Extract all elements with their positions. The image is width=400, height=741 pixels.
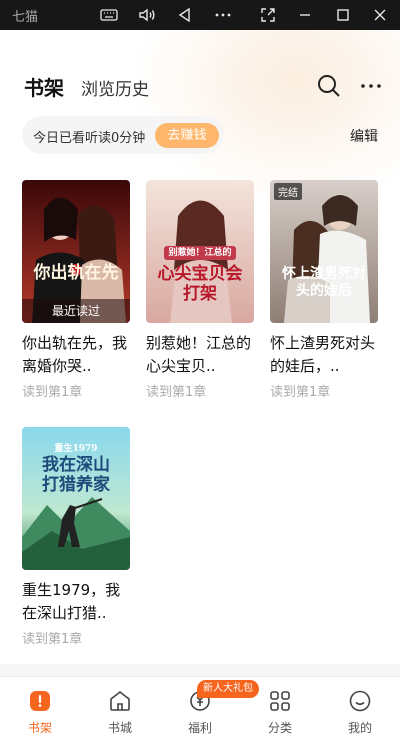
edit-button[interactable]: 编辑 bbox=[350, 126, 378, 146]
tab-bookshelf[interactable]: 书架 bbox=[24, 72, 64, 101]
nav-item-bookshelf[interactable]: 书架 bbox=[0, 677, 80, 741]
book-title[interactable]: 怀上渣男死对头的娃后，.. bbox=[270, 332, 378, 378]
nav-item-bookstore[interactable]: 书城 bbox=[80, 677, 160, 741]
screenshot-icon[interactable] bbox=[258, 5, 278, 25]
book-item[interactable]: 你出轨在先 最近读过 你出轨在先，我离婚你哭.. 读到第1章 bbox=[22, 180, 130, 400]
bottom-nav: 书架 书城 福利 分类 我的 新人大礼包 bbox=[0, 676, 400, 741]
book-progress: 读到第1章 bbox=[270, 385, 331, 400]
book-progress: 读到第1章 bbox=[22, 385, 83, 400]
cover-subtitle-text: 别惹她！江总的 bbox=[168, 248, 232, 258]
bookshelf-icon bbox=[28, 689, 52, 713]
reading-stat-pill: 今日已看听读0分钟 去赚钱 bbox=[22, 116, 224, 154]
more-icon[interactable] bbox=[213, 5, 233, 25]
cover-title-text: 你出轨在先 bbox=[33, 263, 119, 283]
nav-label: 书架 bbox=[27, 721, 52, 735]
profile-icon bbox=[348, 689, 372, 713]
tab-browse-history[interactable]: 浏览历史 bbox=[81, 75, 149, 100]
book-cover[interactable]: 重生1979 我在深山打猎养家 bbox=[22, 427, 130, 570]
nav-label: 福利 bbox=[187, 721, 212, 735]
keyboard-icon[interactable] bbox=[99, 5, 119, 25]
book-cover[interactable]: 别惹她！江总的 心尖宝贝会打架 bbox=[146, 180, 254, 323]
reading-time-text: 今日已看听读0分钟 bbox=[33, 131, 146, 146]
book-progress: 读到第1章 bbox=[146, 385, 207, 400]
category-icon bbox=[268, 689, 292, 713]
bookshelf-panel: 书架 浏览历史 今日已看听读0分钟 去赚钱 编辑 你出轨在先 最近读过 你出轨在… bbox=[0, 30, 400, 664]
cover-subtitle-text: 重生1979 bbox=[54, 444, 98, 454]
back-icon[interactable] bbox=[175, 5, 195, 25]
nav-label: 我的 bbox=[347, 721, 372, 735]
search-icon[interactable] bbox=[316, 73, 342, 99]
nav-label: 书城 bbox=[107, 721, 132, 735]
book-cover[interactable]: 你出轨在先 最近读过 bbox=[22, 180, 130, 323]
book-item[interactable]: 完结 怀上渣男死对头的娃后 怀上渣男死对头的娃后，.. 读到第1章 bbox=[270, 180, 378, 400]
cover-title-text: 我在深山打猎养家 bbox=[42, 455, 110, 495]
app-label: 七猫 bbox=[12, 10, 39, 25]
book-cover[interactable]: 完结 怀上渣男死对头的娃后 bbox=[270, 180, 378, 323]
completed-badge: 完结 bbox=[274, 183, 302, 200]
cover-title-text: 心尖宝贝会打架 bbox=[157, 264, 243, 304]
book-item[interactable]: 别惹她！江总的 心尖宝贝会打架 别惹她！江总的心尖宝贝.. 读到第1章 bbox=[146, 180, 254, 400]
book-item[interactable]: 重生1979 我在深山打猎养家 重生1979，我在深山打猎.. 读到第1章 bbox=[22, 427, 130, 647]
book-progress: 读到第1章 bbox=[22, 632, 83, 647]
book-title[interactable]: 重生1979，我在深山打猎.. bbox=[22, 579, 130, 625]
nav-label: 分类 bbox=[267, 721, 292, 735]
bookstore-icon bbox=[108, 689, 132, 713]
maximize-icon[interactable] bbox=[333, 5, 353, 25]
minimize-icon[interactable] bbox=[295, 5, 315, 25]
nav-item-profile[interactable]: 我的 bbox=[320, 677, 400, 741]
close-icon[interactable] bbox=[370, 5, 390, 25]
new-user-gift-badge[interactable]: 新人大礼包 bbox=[197, 680, 259, 698]
window-title-bar: 七猫 bbox=[0, 0, 400, 30]
more-icon[interactable] bbox=[358, 73, 384, 99]
volume-icon[interactable] bbox=[137, 5, 157, 25]
recently-read-tag: 最近读过 bbox=[22, 299, 130, 323]
book-title[interactable]: 别惹她！江总的心尖宝贝.. bbox=[146, 332, 254, 378]
cover-title-text: 怀上渣男死对头的娃后 bbox=[282, 266, 366, 299]
book-title[interactable]: 你出轨在先，我离婚你哭.. bbox=[22, 332, 130, 378]
earn-money-button[interactable]: 去赚钱 bbox=[155, 123, 219, 148]
header: 书架 浏览历史 bbox=[24, 72, 384, 102]
